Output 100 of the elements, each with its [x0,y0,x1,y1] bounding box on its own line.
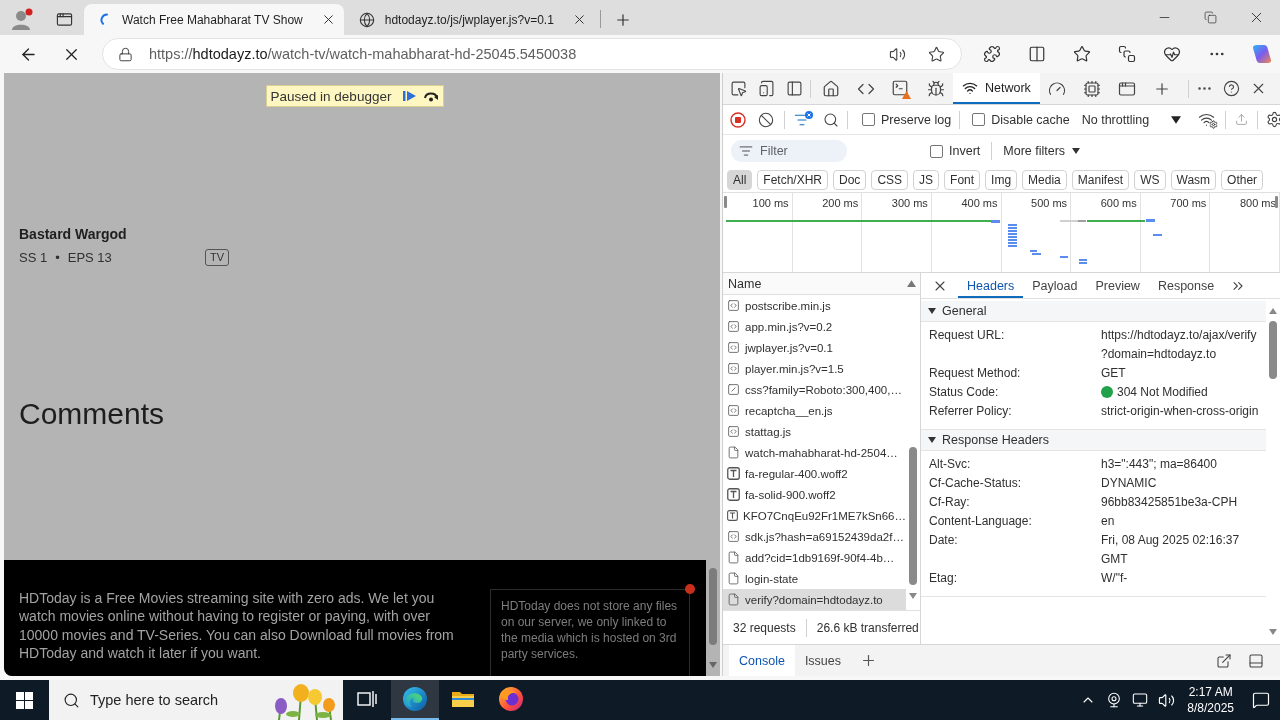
type-filter-chip[interactable]: Fetch/XHR [757,169,829,190]
request-row[interactable]: fa-regular-400.woff2 [723,463,906,484]
drawer-tab[interactable]: Issues [794,645,851,676]
request-row[interactable]: recaptcha__en.js [723,400,906,421]
lock-icon[interactable] [118,46,133,62]
request-name: fa-solid-900.woff2 [745,488,836,501]
monitor-icon[interactable] [1132,692,1149,708]
type-filter-chip[interactable]: JS [913,169,940,190]
script-file-icon [727,404,740,417]
tab-actions-icon[interactable] [55,11,73,28]
gauge-icon[interactable] [1048,79,1067,98]
request-row[interactable]: add?cid=1db9169f-90f4-4b… [723,547,906,568]
throttling-select[interactable]: No throttling [1081,112,1182,127]
chip-icon[interactable] [1083,79,1102,98]
type-filter-chip[interactable]: Font [944,169,981,190]
media-type-tag: TV [204,248,229,266]
scrollbar-thumb[interactable] [1269,321,1277,379]
home-icon[interactable] [821,79,840,98]
type-filter-chip[interactable]: Media [1022,169,1067,190]
overview-handle[interactable] [1275,196,1278,208]
webcam-icon[interactable] [1106,692,1123,708]
request-row[interactable]: css?family=Roboto:300,400,… [723,379,906,400]
volume-icon[interactable] [1158,691,1176,709]
request-row[interactable]: login-state [723,568,906,589]
window-icon[interactable] [1118,79,1137,98]
overview-handle[interactable] [724,196,727,208]
console-warning-icon[interactable] [890,78,911,99]
sidebar-icon[interactable] [785,80,803,97]
browser-tab[interactable]: Watch Free Mahabharat TV Show [84,4,344,35]
split-screen-icon[interactable] [1027,45,1046,63]
address-field[interactable]: https://hdtodayz.to/watch-tv/watch-mahabharat-hd-25045.5450038 [102,38,962,70]
request-row[interactable]: KFO7CnqEu92Fr1ME7kSn66… [723,505,906,526]
filter-icon[interactable] [793,111,813,128]
profile-icon[interactable] [10,7,34,32]
section-header[interactable]: Response Headers [921,430,1266,451]
header-name: Request URL: [929,327,1006,344]
start-icon[interactable] [15,691,33,709]
network-tab[interactable]: Network [953,73,1040,104]
scroll-down-arrow-icon [909,592,917,600]
request-row[interactable]: jwplayer.js?v=0.1 [723,337,906,358]
request-row[interactable]: stattag.js [723,421,906,442]
section-title: General [942,304,987,318]
detail-tab[interactable]: Payload [1023,273,1087,298]
heart-pulse-icon[interactable] [1162,45,1181,63]
scrollbar-thumb[interactable] [909,447,917,585]
dock-bottom-icon[interactable] [1248,652,1264,669]
notification-icon[interactable] [1252,691,1270,709]
type-filter-chip[interactable]: All [727,169,753,190]
help-icon[interactable] [1223,80,1240,97]
stacked-squares-icon[interactable] [1117,45,1136,63]
bug-icon[interactable] [926,79,945,98]
browser-tab[interactable]: hdtodayz.to/js/jwplayer.js?v=0.1 [346,4,595,35]
taskbar-button[interactable] [391,680,439,720]
clear-icon[interactable] [758,111,774,128]
type-filter-chip[interactable]: Manifest [1071,169,1130,190]
puzzle-icon[interactable] [982,45,1001,63]
time-tick-label: 500 ms [1031,197,1068,209]
step-over-icon[interactable] [423,90,440,102]
sort-caret-icon [907,279,916,288]
request-row[interactable]: verify?domain=hdtodayz.to [723,589,906,610]
name-column-header[interactable]: Name [723,273,920,295]
device-toggle-icon[interactable] [757,80,775,97]
scrollbar-thumb[interactable] [709,568,717,645]
favorites-star-icon[interactable] [1072,45,1091,63]
request-row[interactable]: app.min.js?v=0.2 [723,316,906,337]
section-header[interactable]: General [921,301,1266,322]
request-row[interactable]: player.min.js?v=1.5 [723,358,906,379]
invert-checkbox[interactable] [930,144,943,158]
type-filter-chip[interactable]: Img [985,169,1018,190]
request-row[interactable]: sdk.js?hash=a69152439da2f… [723,526,906,547]
request-row[interactable]: postscribe.min.js [723,295,906,316]
detail-tab[interactable]: Response [1148,273,1224,298]
request-row[interactable]: fa-solid-900.woff2 [723,484,906,505]
resume-icon[interactable] [403,90,418,102]
type-filter-chip[interactable]: WS [1134,169,1166,190]
settings-icon[interactable] [1265,111,1280,128]
type-filter-chip[interactable]: Doc [833,169,867,190]
undock-icon[interactable] [1216,652,1232,669]
detail-tab[interactable]: Headers [958,273,1024,298]
assistant-icon[interactable] [1250,43,1273,65]
detail-tab[interactable]: Preview [1086,273,1149,298]
type-filter-chip[interactable]: CSS [871,169,909,190]
preserve-log-checkbox[interactable] [862,113,875,126]
type-filter-chip[interactable]: Wasm [1170,169,1217,190]
request-row[interactable]: watch-mahabharat-hd-2504… [723,442,906,463]
more-filters-button[interactable]: More filters [1003,144,1081,158]
section-title: Response Headers [942,433,1049,447]
type-filter-chip[interactable]: Other [1221,169,1264,190]
disable-cache-checkbox[interactable] [972,113,986,126]
timeline-bar [1153,234,1162,236]
star-icon[interactable] [928,45,945,63]
inspect-icon[interactable] [729,80,747,97]
show-title: Bastard Wargod [19,225,128,243]
search-field[interactable]: Type here to search [49,680,343,720]
filter-field[interactable]: Filter [731,140,847,162]
drawer-tab[interactable]: Console [729,645,795,676]
record-icon[interactable] [730,111,746,128]
search-icon[interactable] [823,111,839,128]
restore-icon[interactable] [1203,11,1217,24]
speaker-icon[interactable] [889,45,906,63]
